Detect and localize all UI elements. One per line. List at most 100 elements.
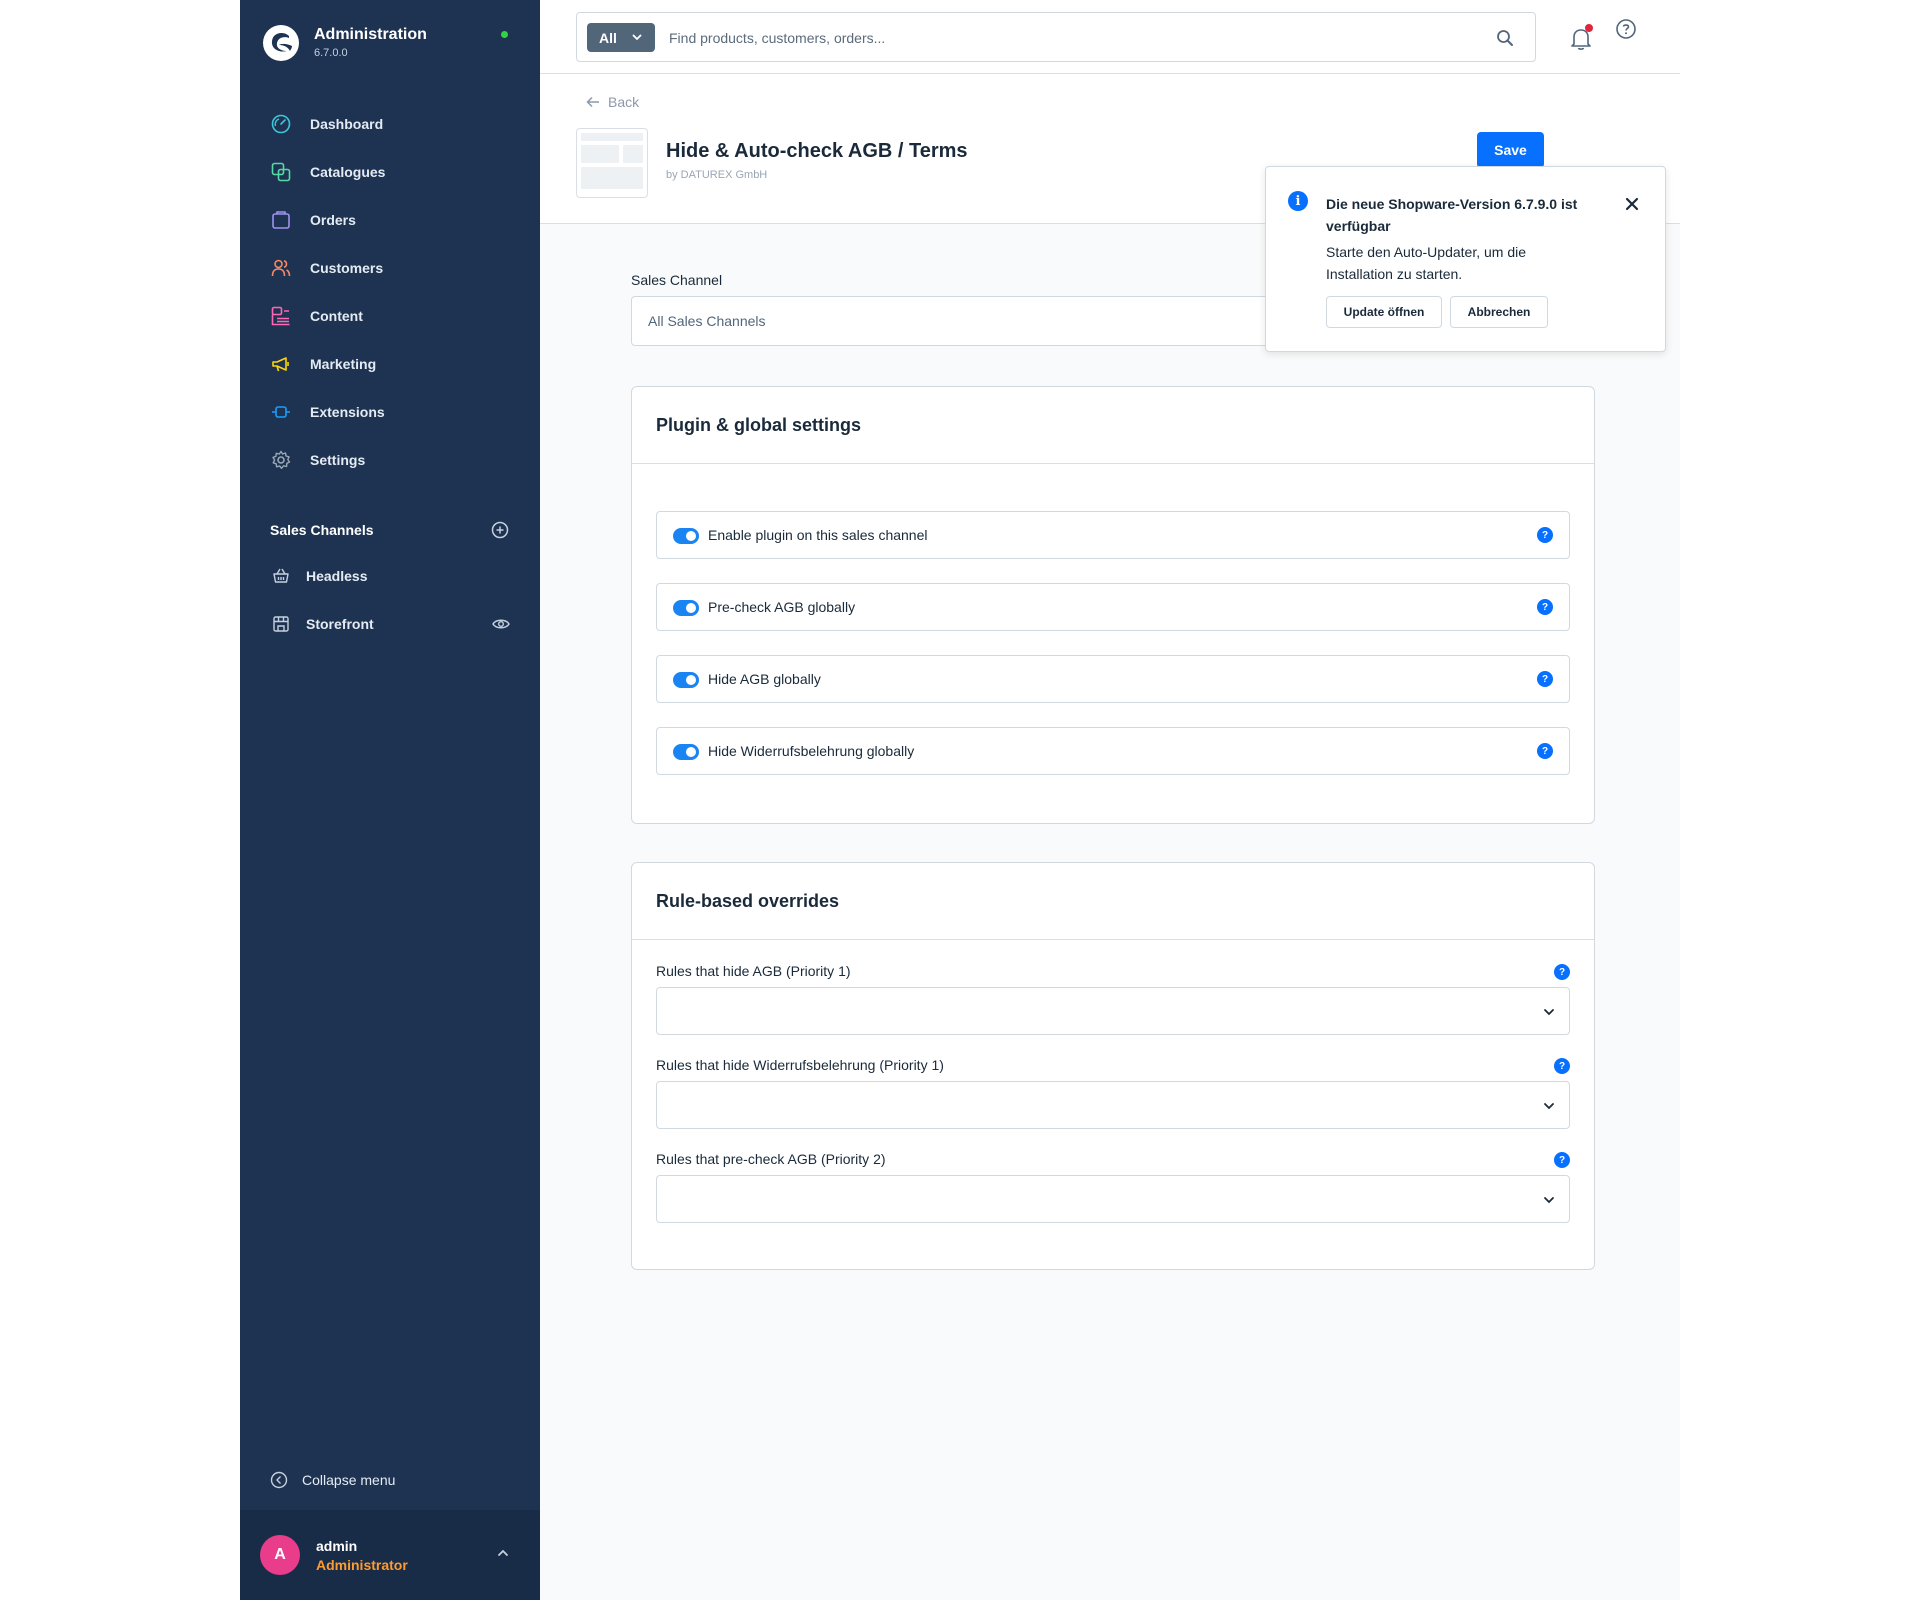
- nav-item-catalogues[interactable]: Catalogues: [240, 148, 540, 196]
- search-input[interactable]: [669, 25, 1449, 51]
- nav-label: Settings: [310, 452, 366, 468]
- topbar: All: [540, 0, 1680, 74]
- sales-channel-item-headless[interactable]: Headless: [240, 552, 540, 600]
- nav-label: Content: [310, 308, 363, 324]
- settings-icon: [270, 449, 292, 471]
- search-icon[interactable]: [1495, 28, 1515, 48]
- notification-text: Starte den Auto-Updater, um die Installa…: [1326, 244, 1527, 282]
- collapse-menu-button[interactable]: Collapse menu: [270, 1468, 395, 1492]
- nav-item-orders[interactable]: Orders: [240, 196, 540, 244]
- user-name: admin: [316, 1538, 358, 1554]
- toggle-row: Pre-check AGB globally ?: [656, 583, 1570, 631]
- nav-item-extensions[interactable]: Extensions: [240, 388, 540, 436]
- rule-label: Rules that pre-check AGB (Priority 2): [656, 1151, 886, 1167]
- nav-item-dashboard[interactable]: Dashboard: [240, 100, 540, 148]
- notification-title: Die neue Shopware-Version 6.7.9.0 ist ve…: [1326, 196, 1578, 234]
- nav-item-marketing[interactable]: Marketing: [240, 340, 540, 388]
- app-title: Administration: [314, 26, 427, 43]
- sales-channel-label: Storefront: [306, 616, 374, 632]
- user-menu[interactable]: A admin Administrator: [240, 1510, 540, 1600]
- sales-channel-list: Headless Storefront: [240, 552, 540, 648]
- toggle-switch[interactable]: [673, 744, 699, 760]
- global-search: All: [576, 12, 1536, 62]
- rule-label: Rules that hide AGB (Priority 1): [656, 963, 851, 979]
- status-online-dot: [501, 31, 508, 38]
- admin-sidebar: Administration 6.7.0.0 Dashboard Catalog…: [240, 0, 540, 1600]
- update-notification: i Die neue Shopware-Version 6.7.9.0 ist …: [1265, 166, 1666, 352]
- rule-select[interactable]: [656, 1175, 1570, 1223]
- nav-item-customers[interactable]: Customers: [240, 244, 540, 292]
- marketing-icon: [270, 353, 292, 375]
- back-label: Back: [608, 94, 640, 110]
- toggle-label: Hide AGB globally: [708, 671, 821, 687]
- catalogue-icon: [270, 161, 292, 183]
- chevron-down-icon: [1544, 1197, 1554, 1204]
- help-icon[interactable]: ?: [1537, 743, 1553, 759]
- info-icon: i: [1288, 191, 1308, 211]
- content-icon: [270, 305, 292, 327]
- app-version: 6.7.0.0: [314, 47, 348, 59]
- cancel-button[interactable]: Abbrechen: [1450, 296, 1548, 328]
- toggle-label: Hide Widerrufsbelehrung globally: [708, 743, 915, 759]
- card-title: Rule-based overrides: [656, 891, 840, 911]
- storefront-icon: [270, 613, 292, 635]
- nav-label: Marketing: [310, 356, 377, 372]
- toggle-switch[interactable]: [673, 528, 699, 544]
- page-title: Hide & Auto-check AGB / Terms: [666, 140, 968, 162]
- rule-label: Rules that hide Widerrufsbelehrung (Prio…: [656, 1057, 944, 1073]
- extensions-icon: [270, 401, 292, 423]
- help-icon[interactable]: ?: [1537, 671, 1553, 687]
- help-icon[interactable]: ?: [1537, 527, 1553, 543]
- add-sales-channel-icon[interactable]: [490, 520, 510, 540]
- chevron-down-icon: [632, 34, 642, 41]
- rule-select[interactable]: [656, 987, 1570, 1035]
- toggle-switch[interactable]: [673, 672, 699, 688]
- rule-select[interactable]: [656, 1081, 1570, 1129]
- toggle-knob: [686, 531, 696, 541]
- nav-label: Extensions: [310, 404, 385, 420]
- chevron-up-icon[interactable]: [496, 1546, 510, 1560]
- nav-item-content[interactable]: Content: [240, 292, 540, 340]
- nav-label: Orders: [310, 212, 356, 228]
- toggle-knob: [686, 603, 696, 613]
- card-title: Plugin & global settings: [656, 415, 862, 435]
- plugin-thumbnail: [576, 128, 648, 198]
- toggle-row: Enable plugin on this sales channel ?: [656, 511, 1570, 559]
- eye-icon[interactable]: [492, 616, 510, 632]
- nav-item-settings[interactable]: Settings: [240, 436, 540, 484]
- search-type-label: All: [599, 29, 617, 46]
- sales-channel-label: Sales Channel: [631, 272, 723, 288]
- help-icon[interactable]: [1615, 18, 1637, 40]
- arrow-left-icon: [586, 96, 599, 108]
- save-button[interactable]: Save: [1477, 132, 1544, 168]
- main-navigation: Dashboard Catalogues Orders Customers Co…: [240, 100, 540, 484]
- shopware-logo-icon: [263, 25, 299, 61]
- notifications-button[interactable]: [1568, 24, 1594, 51]
- chevron-down-icon: [1544, 1009, 1554, 1016]
- collapse-menu-label: Collapse menu: [302, 1472, 396, 1488]
- chevron-down-icon: [1544, 1103, 1554, 1110]
- sales-channel-item-storefront[interactable]: Storefront: [240, 600, 540, 648]
- chevron-left-circle-icon: [270, 1471, 288, 1489]
- sales-channel-label: Headless: [306, 568, 368, 584]
- help-icon[interactable]: ?: [1554, 1152, 1570, 1168]
- help-icon[interactable]: ?: [1554, 1058, 1570, 1074]
- search-type-select[interactable]: All: [587, 23, 655, 52]
- toggle-switch[interactable]: [673, 600, 699, 616]
- avatar: A: [260, 1535, 300, 1575]
- plugin-vendor: by DATUREX GmbH: [666, 169, 768, 181]
- customers-icon: [270, 257, 292, 279]
- back-link[interactable]: Back: [586, 94, 639, 110]
- update-open-button[interactable]: Update öffnen: [1326, 296, 1442, 328]
- help-icon[interactable]: ?: [1537, 599, 1553, 615]
- user-role: Administrator: [316, 1557, 408, 1573]
- toggle-row: Hide AGB globally ?: [656, 655, 1570, 703]
- toggle-row: Hide Widerrufsbelehrung globally ?: [656, 727, 1570, 775]
- toggle-label: Enable plugin on this sales channel: [708, 527, 928, 543]
- brand: Administration 6.7.0.0: [262, 24, 522, 64]
- help-icon[interactable]: ?: [1554, 964, 1570, 980]
- nav-label: Dashboard: [310, 116, 384, 132]
- nav-label: Customers: [310, 260, 384, 276]
- close-icon[interactable]: [1625, 197, 1639, 211]
- sales-channels-title: Sales Channels: [270, 522, 374, 538]
